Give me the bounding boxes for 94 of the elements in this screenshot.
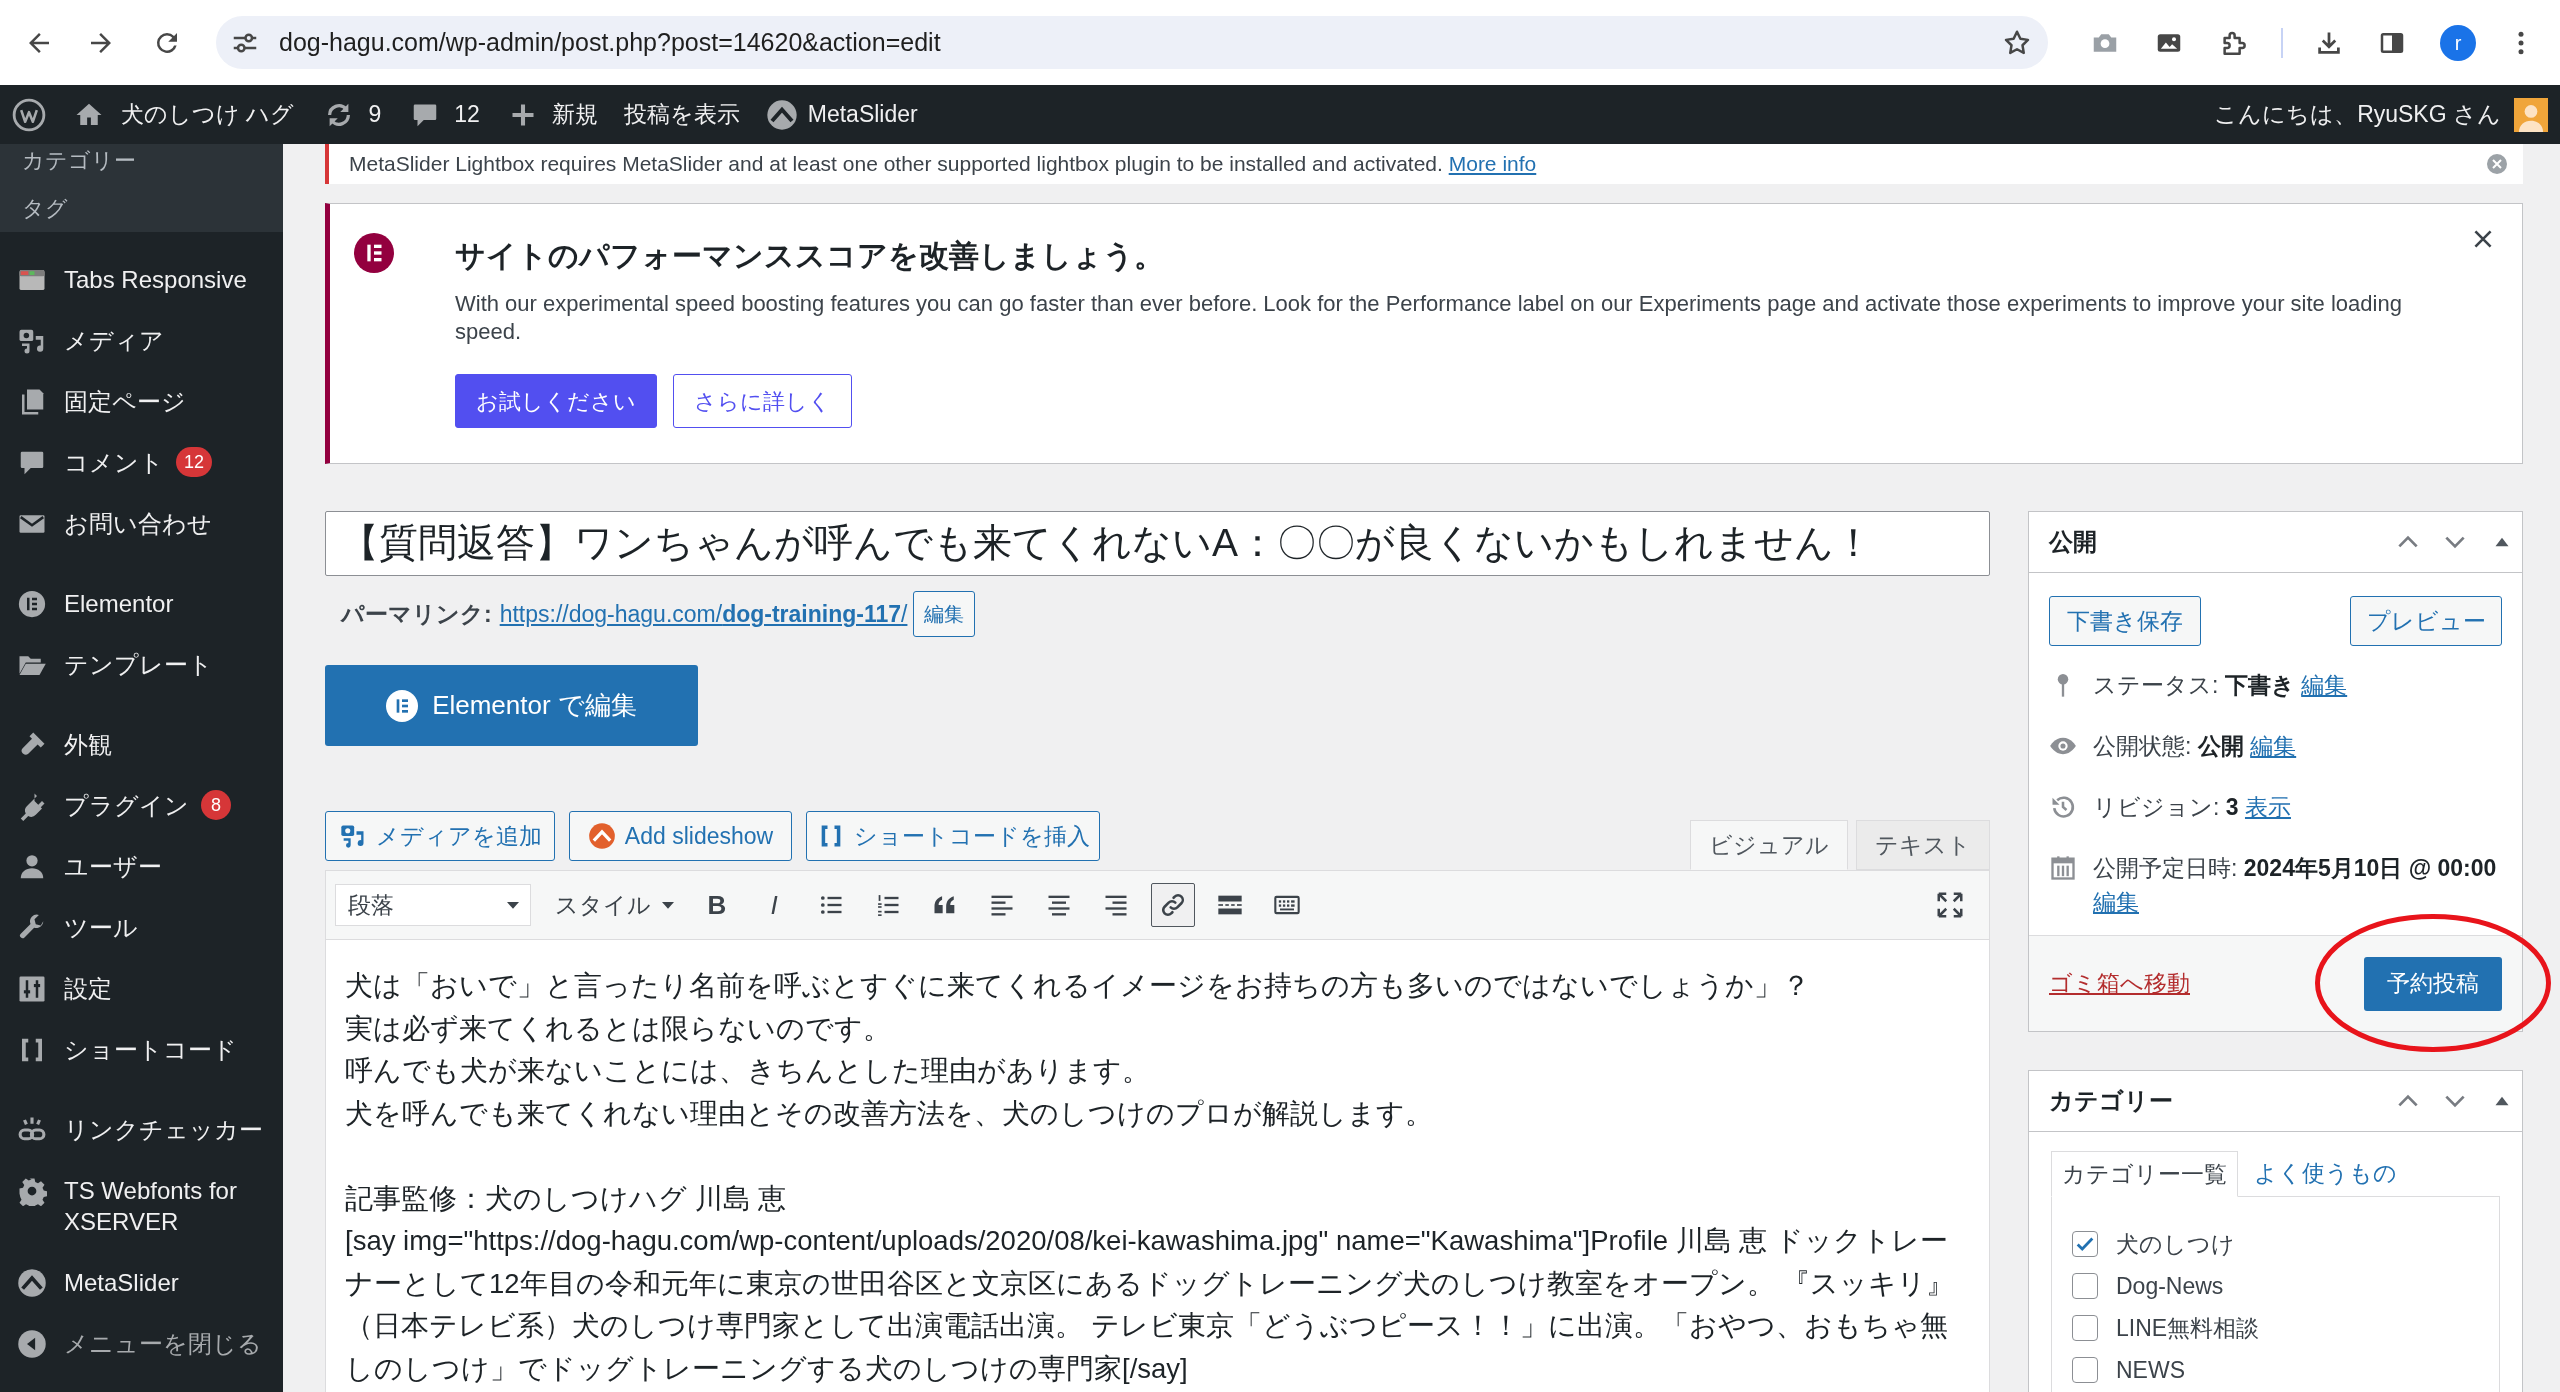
trash-link[interactable]: ゴミ箱へ移動	[2049, 966, 2190, 1001]
italic-button[interactable]: I	[752, 883, 796, 927]
media-button[interactable]: Add slideshow	[569, 811, 792, 861]
save-draft-button[interactable]: 下書き保存	[2049, 596, 2201, 646]
body-text-line: 犬を呼んでも来てくれない理由とその改善方法を、犬のしつけのプロが解説します。	[345, 1096, 1434, 1131]
action-button[interactable]: お試しください	[455, 374, 657, 428]
calendar-icon	[2049, 854, 2077, 882]
menu-item[interactable]: メディア	[0, 310, 283, 371]
mountain-logo-icon	[587, 822, 616, 850]
updates-link[interactable]: 9	[324, 97, 382, 132]
media-button[interactable]: ショートコードを挿入	[806, 811, 1100, 861]
bold-button[interactable]: B	[695, 883, 739, 927]
more-info-link[interactable]: More info	[1448, 152, 1537, 176]
menu-item[interactable]: テンプレート	[0, 634, 283, 695]
category-label: NEWS	[2116, 1355, 2185, 1385]
logo-icon	[354, 233, 394, 273]
body-text-line: 記事監修：犬のしつけハグ 川島 恵	[345, 1181, 788, 1216]
comments-link[interactable]: 12	[410, 97, 480, 132]
toolbar-button[interactable]	[1151, 883, 1195, 927]
notice-text: MetaSlider Lightbox requires MetaSlider and at least one other supported lightbox plugin to be installed and activated. More info	[349, 151, 1538, 178]
menu-item[interactable]: お問い合わせ	[0, 493, 283, 554]
permalink-link[interactable]: https://dog-hagu.com/dog-training-117/	[499, 596, 908, 632]
category-label: LINE無料相談	[2116, 1313, 2260, 1343]
menu-item[interactable]: ショートコード	[0, 1019, 283, 1080]
mountain-logo-icon	[17, 1267, 47, 1298]
logo-icon	[386, 689, 419, 722]
dismiss-icon[interactable]	[2485, 152, 2509, 176]
submenu-item[interactable]: タグ	[0, 192, 283, 226]
slider-plugin-link[interactable]: MetaSlider	[765, 97, 918, 132]
address-bar[interactable]: dog-hagu.com/wp-admin/post.php?post=14620&action=edit	[216, 16, 2048, 69]
category-tab[interactable]: カテゴリー一覧	[2051, 1151, 2238, 1197]
edit-link[interactable]: 表示	[2244, 794, 2291, 820]
count-badge: 12	[176, 447, 213, 477]
profile-button[interactable]: r	[2440, 24, 2476, 61]
site-name-link[interactable]: 犬のしつけ ハグ	[74, 97, 295, 132]
menu-item[interactable]: ツール	[0, 897, 283, 958]
menu-item[interactable]: プラグイン 8	[0, 775, 283, 836]
format-select[interactable]: 段落	[335, 884, 531, 926]
panel-title: カテゴリー	[2049, 1086, 2173, 1116]
menu-item[interactable]: ユーザー	[0, 836, 283, 897]
checkbox[interactable]	[2072, 1231, 2098, 1257]
body-text-line: [say img="https://dog-hagu.com/wp-content/uploads/2020/08/kei-kawashima.jpg" name="Kawashima"]Profile 川島 恵 ドックトレーナーとして12年目の令和元年に東京の世田谷区と文京区にあるドッグトレーニング犬のしつけ教室をオープン。 『スッキリ』（日本テレビ系）犬のしつけ専門家として出演電話出演。 テレビ東京「どうぶつピース！！」に出演。「おやつ、おもちゃ無しのしつけ」でドッグトレーニングする犬のしつけの専門家[/say]	[345, 1224, 1956, 1386]
status-text: リビジョン: 3 表示	[2093, 793, 2291, 822]
menu-item[interactable]: コメント 12	[0, 432, 283, 493]
panel-title: 公開	[2049, 527, 2097, 557]
link-icon	[1159, 891, 1187, 919]
body-text-line: 犬は「おいで」と言ったり名前を呼ぶとすぐに来てくれるイメージをお持ちの方も多いのではないでしょうか」？	[345, 969, 1811, 1003]
edit-link[interactable]: 編集	[2250, 733, 2297, 759]
status-text: ステータス: 下書き 編集	[2093, 671, 2348, 700]
checkbox[interactable]	[2072, 1273, 2098, 1299]
body-text-line: 実は必ず来てくれるとは限らないのです。	[345, 1011, 892, 1046]
permalink-label: パーマリンク:	[341, 599, 492, 629]
fullscreen-icon[interactable]	[1935, 890, 1965, 920]
menu-item[interactable]: 外観	[0, 714, 283, 775]
logo-icon	[17, 588, 47, 619]
menu-item[interactable]: TS Webfonts for XSERVER	[0, 1160, 283, 1252]
schedule-button[interactable]: 予約投稿	[2364, 956, 2502, 1011]
status-text: 公開予定日時: 2024年5月10日 @ 00:00 編集	[2093, 854, 2498, 917]
edit-link[interactable]: 編集	[2301, 672, 2348, 698]
title-field[interactable]: 【質問返答】ワンちゃんが呼んでも来てくれないA：〇〇が良くないかもしれません！	[325, 511, 1990, 576]
account-link[interactable]: こんにちは、RyuSKG さん	[2214, 97, 2548, 132]
edit-button[interactable]: 編集	[913, 591, 976, 637]
category-tab[interactable]: よく使うもの	[2244, 1150, 2407, 1196]
menu-item[interactable]: Elementor	[0, 573, 283, 634]
checkbox[interactable]	[2072, 1357, 2098, 1383]
editor-tab[interactable]: テキスト	[1856, 820, 1990, 870]
mountain-logo-icon	[765, 98, 798, 131]
preview-button[interactable]: プレビュー	[2350, 596, 2502, 646]
logo-icon[interactable]	[12, 97, 46, 132]
action-button[interactable]: さらに詳しく	[673, 374, 852, 428]
menu-item[interactable]: MetaSlider	[0, 1252, 283, 1313]
collapse-menu-button[interactable]: メニューを閉じる	[0, 1313, 283, 1374]
new-link[interactable]: 新規	[508, 97, 598, 132]
category-label: Dog-News	[2116, 1271, 2224, 1301]
menu-item[interactable]: 固定ページ	[0, 371, 283, 432]
category-label: 犬のしつけ	[2116, 1229, 2235, 1259]
view-post-link[interactable]: 投稿を表示	[623, 97, 740, 132]
notice-title: サイトのパフォーマンススコアを改善しましょう。	[455, 238, 1165, 274]
menu-item[interactable]: Tabs Responsive	[0, 249, 283, 310]
menu-item[interactable]: リンクチェッカー	[0, 1099, 283, 1160]
media-button[interactable]: メディアを追加	[325, 811, 555, 861]
count-badge: 8	[201, 790, 231, 820]
body-text-line: 呼んでも犬が来ないことには、きちんとした理由があります。	[345, 1054, 1151, 1088]
avatar-icon	[2514, 97, 2548, 132]
menu-item[interactable]: 設定	[0, 958, 283, 1019]
checkbox[interactable]	[2072, 1315, 2098, 1341]
status-text: 公開状態: 公開 編集	[2093, 732, 2297, 761]
edit-link[interactable]: 編集	[2093, 889, 2139, 915]
notice-text: With our experimental speed boosting features you can go faster than ever before. Look for the Performance label on our Experiments page and activate those experiments to improve your site loading speed.	[455, 290, 2403, 346]
submenu-item[interactable]: カテゴリー	[0, 144, 283, 178]
elementor-edit-button[interactable]: Elementor で編集	[325, 665, 698, 746]
style-menu[interactable]: スタイル	[555, 887, 677, 923]
editor-tab[interactable]: ビジュアル	[1690, 820, 1848, 870]
collapse-icon	[17, 1328, 47, 1359]
